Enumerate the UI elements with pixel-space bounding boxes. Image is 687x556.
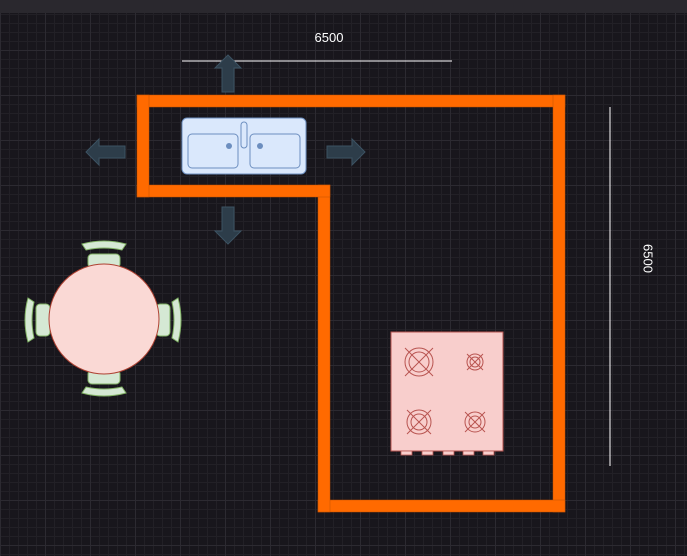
round-table-icon[interactable] bbox=[48, 263, 160, 375]
arrow-down-icon[interactable] bbox=[213, 206, 243, 245]
double-sink-icon[interactable] bbox=[181, 117, 307, 175]
wall-inner-horizontal[interactable] bbox=[136, 184, 331, 198]
wall-bottom[interactable] bbox=[317, 499, 566, 513]
right-dimension-label: 6500 bbox=[640, 244, 656, 273]
chair-icon[interactable] bbox=[24, 297, 51, 343]
floor-plan bbox=[24, 54, 611, 513]
wall-inner-vertical[interactable] bbox=[317, 184, 331, 513]
chair-icon[interactable] bbox=[155, 297, 182, 343]
wall-left[interactable] bbox=[136, 94, 150, 198]
cooktop-icon[interactable] bbox=[390, 331, 504, 456]
wall-right[interactable] bbox=[552, 94, 566, 513]
arrow-left-icon[interactable] bbox=[85, 137, 126, 167]
arrow-right-icon[interactable] bbox=[326, 137, 366, 167]
top-dimension-label: 6500 bbox=[314, 30, 344, 45]
wall-top[interactable] bbox=[136, 94, 566, 108]
dining-set[interactable] bbox=[24, 240, 182, 397]
